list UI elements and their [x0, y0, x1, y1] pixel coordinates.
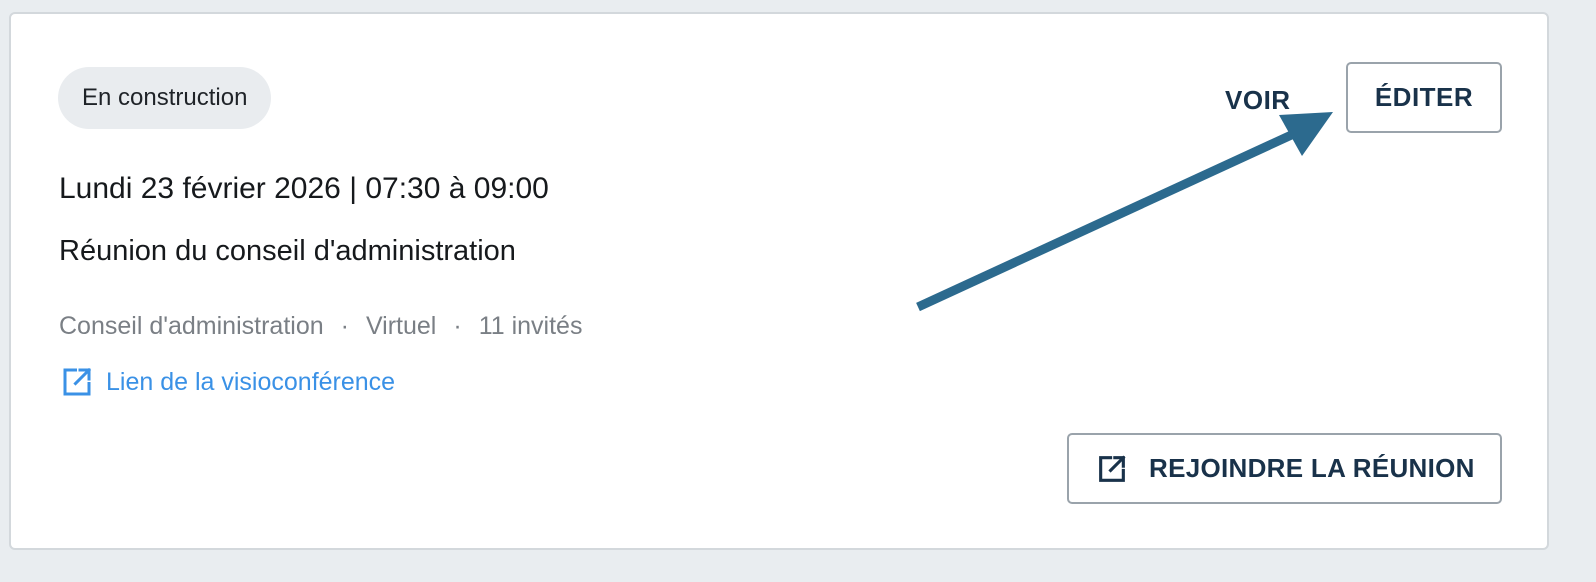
join-meeting-button[interactable]: REJOINDRE LA RÉUNION — [1067, 433, 1502, 504]
edit-button[interactable]: ÉDITER — [1346, 62, 1502, 133]
meeting-title: Réunion du conseil d'administration — [59, 235, 516, 267]
status-badge-label: En construction — [82, 84, 248, 111]
meta-separator: · — [340, 312, 349, 340]
meta-committee: Conseil d'administration — [59, 312, 324, 340]
video-conference-link[interactable]: Lien de la visioconférence — [59, 364, 395, 400]
external-link-icon — [1095, 452, 1129, 486]
meta-location: Virtuel — [365, 312, 437, 340]
meeting-date: Lundi 23 février 2026 | 07:30 à 09:00 — [59, 172, 549, 205]
external-link-icon — [59, 364, 95, 400]
meeting-meta: Conseil d'administration · Virtuel · 11 … — [59, 312, 582, 341]
video-conference-link-label: Lien de la visioconférence — [106, 367, 396, 396]
join-meeting-label: REJOINDRE LA RÉUNION — [1149, 453, 1475, 483]
meta-separator: · — [453, 312, 462, 340]
meeting-card: En construction Lundi 23 février 2026 | … — [9, 12, 1549, 550]
meta-invitees: 11 invités — [478, 312, 583, 340]
view-button[interactable]: VOIR — [1213, 80, 1303, 120]
status-badge: En construction — [58, 67, 272, 129]
